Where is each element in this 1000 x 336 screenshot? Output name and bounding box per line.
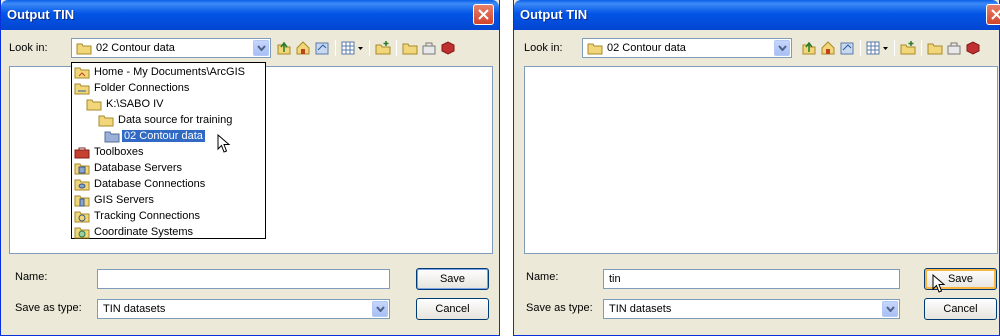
- mouse-cursor-icon: [217, 134, 231, 153]
- home-folder-icon: [74, 67, 90, 79]
- mouse-cursor-icon: [932, 274, 946, 293]
- toolbar-separator: [369, 40, 370, 56]
- folder-icon: [587, 43, 603, 55]
- look-in-dropdown[interactable]: 02 Contour data: [71, 38, 271, 58]
- save-as-type-label: Save as type:: [526, 302, 593, 314]
- dropdown-item-label: Toolboxes: [94, 146, 144, 158]
- dropdown-arrow-button[interactable]: [774, 40, 790, 56]
- name-input[interactable]: tin: [603, 269, 900, 289]
- chevron-down-icon: [886, 306, 895, 312]
- output-tin-dialog-left: Output TIN Look in: 02 Contour data Home…: [0, 0, 500, 336]
- look-in-dropdown[interactable]: 02 Contour data: [582, 38, 792, 58]
- delete-icon[interactable]: [965, 40, 981, 56]
- home-icon[interactable]: [820, 40, 836, 56]
- database-connection-icon: [74, 179, 90, 191]
- toolbar-separator: [921, 40, 922, 56]
- output-tin-dialog-right: Output TIN Look in: 02 Contour data Name…: [513, 0, 1000, 336]
- save-as-type-label: Save as type:: [15, 302, 82, 314]
- dropdown-item-label: Database Connections: [94, 178, 206, 190]
- chevron-down-icon: [257, 45, 266, 51]
- connect-folder-icon[interactable]: [314, 40, 330, 56]
- folder-icon: [76, 43, 92, 55]
- dropdown-item-label: Coordinate Systems: [94, 226, 194, 238]
- dropdown-item-label: Database Servers: [94, 162, 183, 174]
- save-button[interactable]: Save: [416, 268, 489, 290]
- dropdown-arrow-button[interactable]: [253, 40, 269, 56]
- tracking-connection-icon: [74, 211, 90, 223]
- look-in-value: 02 Contour data: [96, 42, 175, 54]
- folder-icon: [104, 131, 120, 143]
- delete-icon[interactable]: [440, 40, 456, 56]
- toolbox-icon[interactable]: [421, 40, 437, 56]
- toolbox-icon[interactable]: [946, 40, 962, 56]
- dropdown-item-label: K:\SABO IV: [106, 98, 164, 110]
- name-input[interactable]: [97, 269, 390, 289]
- folder-connections-icon: [74, 83, 90, 95]
- look-in-value: 02 Contour data: [607, 42, 686, 54]
- chevron-down-icon: [778, 45, 787, 51]
- name-label: Name:: [15, 271, 48, 283]
- close-icon: [991, 9, 1000, 20]
- name-label: Name:: [526, 271, 559, 283]
- dropdown-item-label: GIS Servers: [94, 194, 154, 206]
- save-as-type-value: TIN datasets: [609, 303, 672, 315]
- dropdown-arrow-button[interactable]: [372, 301, 388, 317]
- look-in-label: Look in:: [524, 42, 563, 54]
- up-one-level-icon[interactable]: [801, 40, 817, 56]
- dropdown-item-label: Tracking Connections: [94, 210, 200, 222]
- gis-server-icon: [74, 195, 90, 207]
- save-as-type-select[interactable]: TIN datasets: [603, 299, 900, 319]
- dropdown-item-label: Data source for training: [118, 114, 233, 126]
- dropdown-item-label: Home - My Documents\ArcGIS: [94, 66, 245, 78]
- folder-icon: [98, 115, 114, 127]
- toolbar-separator: [396, 40, 397, 56]
- dropdown-item-label: 02 Contour data: [122, 130, 205, 142]
- new-folder-icon[interactable]: [900, 40, 916, 56]
- name-input-value: tin: [609, 273, 621, 285]
- coordinate-system-icon: [74, 227, 90, 239]
- up-one-level-icon[interactable]: [276, 40, 292, 56]
- save-as-type-select[interactable]: TIN datasets: [97, 299, 390, 319]
- view-menu-icon[interactable]: [866, 40, 890, 56]
- dialog-title: Output TIN: [7, 7, 75, 22]
- file-browser-area[interactable]: [524, 66, 998, 254]
- save-as-type-value: TIN datasets: [103, 303, 166, 315]
- dialog-title: Output TIN: [520, 7, 588, 22]
- close-button[interactable]: [473, 4, 494, 25]
- home-icon[interactable]: [295, 40, 311, 56]
- close-icon: [478, 9, 489, 20]
- cancel-button[interactable]: Cancel: [416, 298, 489, 320]
- dropdown-item-label: Folder Connections: [94, 82, 190, 94]
- toolbar-separator: [894, 40, 895, 56]
- toolbar-separator: [335, 40, 336, 56]
- look-in-label: Look in:: [9, 42, 48, 54]
- new-folder-icon[interactable]: [375, 40, 391, 56]
- title-bar[interactable]: Output TIN: [1, 0, 499, 30]
- cancel-button[interactable]: Cancel: [924, 298, 997, 320]
- toolbar-separator: [860, 40, 861, 56]
- title-bar[interactable]: Output TIN: [514, 0, 1000, 30]
- chevron-down-icon: [376, 306, 385, 312]
- folder-icon[interactable]: [402, 40, 418, 56]
- connect-folder-icon[interactable]: [839, 40, 855, 56]
- database-server-icon: [74, 163, 90, 175]
- view-menu-icon[interactable]: [341, 40, 365, 56]
- folder-icon: [86, 99, 102, 111]
- close-button[interactable]: [986, 4, 1000, 25]
- dropdown-arrow-button[interactable]: [882, 301, 898, 317]
- folder-icon[interactable]: [927, 40, 943, 56]
- look-in-dropdown-list: Home - My Documents\ArcGIS Folder Connec…: [71, 62, 266, 239]
- toolbox-icon: [74, 147, 90, 159]
